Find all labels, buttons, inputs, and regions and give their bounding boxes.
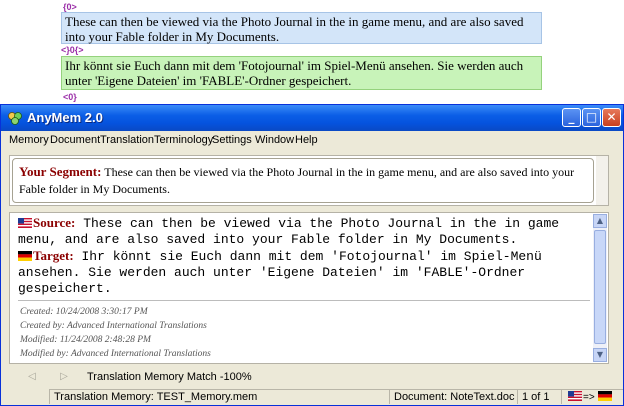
created-by: Created by: Advanced International Trans… <box>20 321 207 331</box>
scroll-thumb[interactable] <box>594 230 606 344</box>
match-pane: Source: These can then be viewed via the… <box>9 212 609 364</box>
menu-settings[interactable]: Settings <box>212 134 252 146</box>
your-segment-scrollbar[interactable] <box>596 156 608 205</box>
status-bar: Translation Memory: TEST_Memory.mem Docu… <box>1 388 623 405</box>
created-date: Created: 10/24/2008 3:30:17 PM <box>20 307 148 317</box>
match-info: Translation Memory Match -100% <box>87 371 252 383</box>
segment-tag-open: {0> <box>63 2 77 12</box>
menu-help[interactable]: Help <box>295 134 318 146</box>
scroll-up-arrow-icon[interactable]: ▲ <box>593 214 607 228</box>
minimize-button[interactable]: _ <box>562 108 581 127</box>
segment-tag-middle: <}0{> <box>61 45 84 55</box>
scroll-down-arrow-icon[interactable]: ▼ <box>593 348 607 362</box>
status-language-pair: => <box>561 389 623 404</box>
direction-arrow: => <box>583 392 595 403</box>
german-flag-icon <box>597 391 612 401</box>
target-segment-highlight[interactable]: Ihr könnt sie Euch dann mit dem 'Fotojou… <box>61 56 542 90</box>
close-button[interactable]: ✕ <box>602 108 621 127</box>
modified-date: Modified: 11/24/2008 2:48:28 PM <box>20 335 151 345</box>
maximize-button[interactable]: □ <box>582 108 601 127</box>
menu-memory[interactable]: Memory <box>9 134 49 146</box>
modified-by: Modified by: Advanced International Tran… <box>20 349 211 359</box>
match-content[interactable]: Source: These can then be viewed via the… <box>18 215 588 297</box>
status-memory: Translation Memory: TEST_Memory.mem <box>49 389 389 404</box>
menu-bar: Memory Document Translation Terminology … <box>1 131 623 149</box>
title-bar[interactable]: AnyMem 2.0 _ □ ✕ <box>1 105 623 131</box>
your-segment-label: Your Segment: <box>19 164 102 179</box>
source-text: These can then be viewed via the Photo J… <box>18 216 560 247</box>
your-segment-pane: Your Segment: These can then be viewed v… <box>9 155 609 206</box>
source-label: Source: <box>33 215 76 230</box>
your-segment-text: These can then be viewed via the Photo J… <box>19 165 575 196</box>
german-flag-icon <box>18 251 32 261</box>
menu-document[interactable]: Document <box>50 134 100 146</box>
window-title: AnyMem 2.0 <box>27 110 103 125</box>
target-text: Ihr könnt sie Euch dann mit dem 'Fotojou… <box>18 249 542 296</box>
match-scrollbar[interactable]: ▲ ▼ <box>593 214 607 362</box>
target-label: Target: <box>33 248 74 263</box>
menu-window[interactable]: Window <box>255 134 294 146</box>
status-page: 1 of 1 <box>517 389 561 404</box>
anymem-app-icon <box>8 112 22 125</box>
us-flag-icon <box>568 391 582 401</box>
next-match-button[interactable]: ▷ <box>53 369 75 385</box>
menu-translation[interactable]: Translation <box>100 134 154 146</box>
match-navigation: ◁ ▷ Translation Memory Match -100% <box>9 368 609 386</box>
status-document: Document: NoteText.doc <box>389 389 517 404</box>
match-divider <box>18 300 590 301</box>
menu-terminology[interactable]: Terminology <box>154 134 213 146</box>
anymem-window: AnyMem 2.0 _ □ ✕ Memory Document Transla… <box>0 104 624 406</box>
your-segment-box[interactable]: Your Segment: These can then be viewed v… <box>12 158 594 203</box>
segment-tag-close: <0} <box>63 92 77 102</box>
us-flag-icon <box>18 218 32 228</box>
previous-match-button[interactable]: ◁ <box>21 369 43 385</box>
source-segment-highlight[interactable]: These can then be viewed via the Photo J… <box>61 12 542 44</box>
